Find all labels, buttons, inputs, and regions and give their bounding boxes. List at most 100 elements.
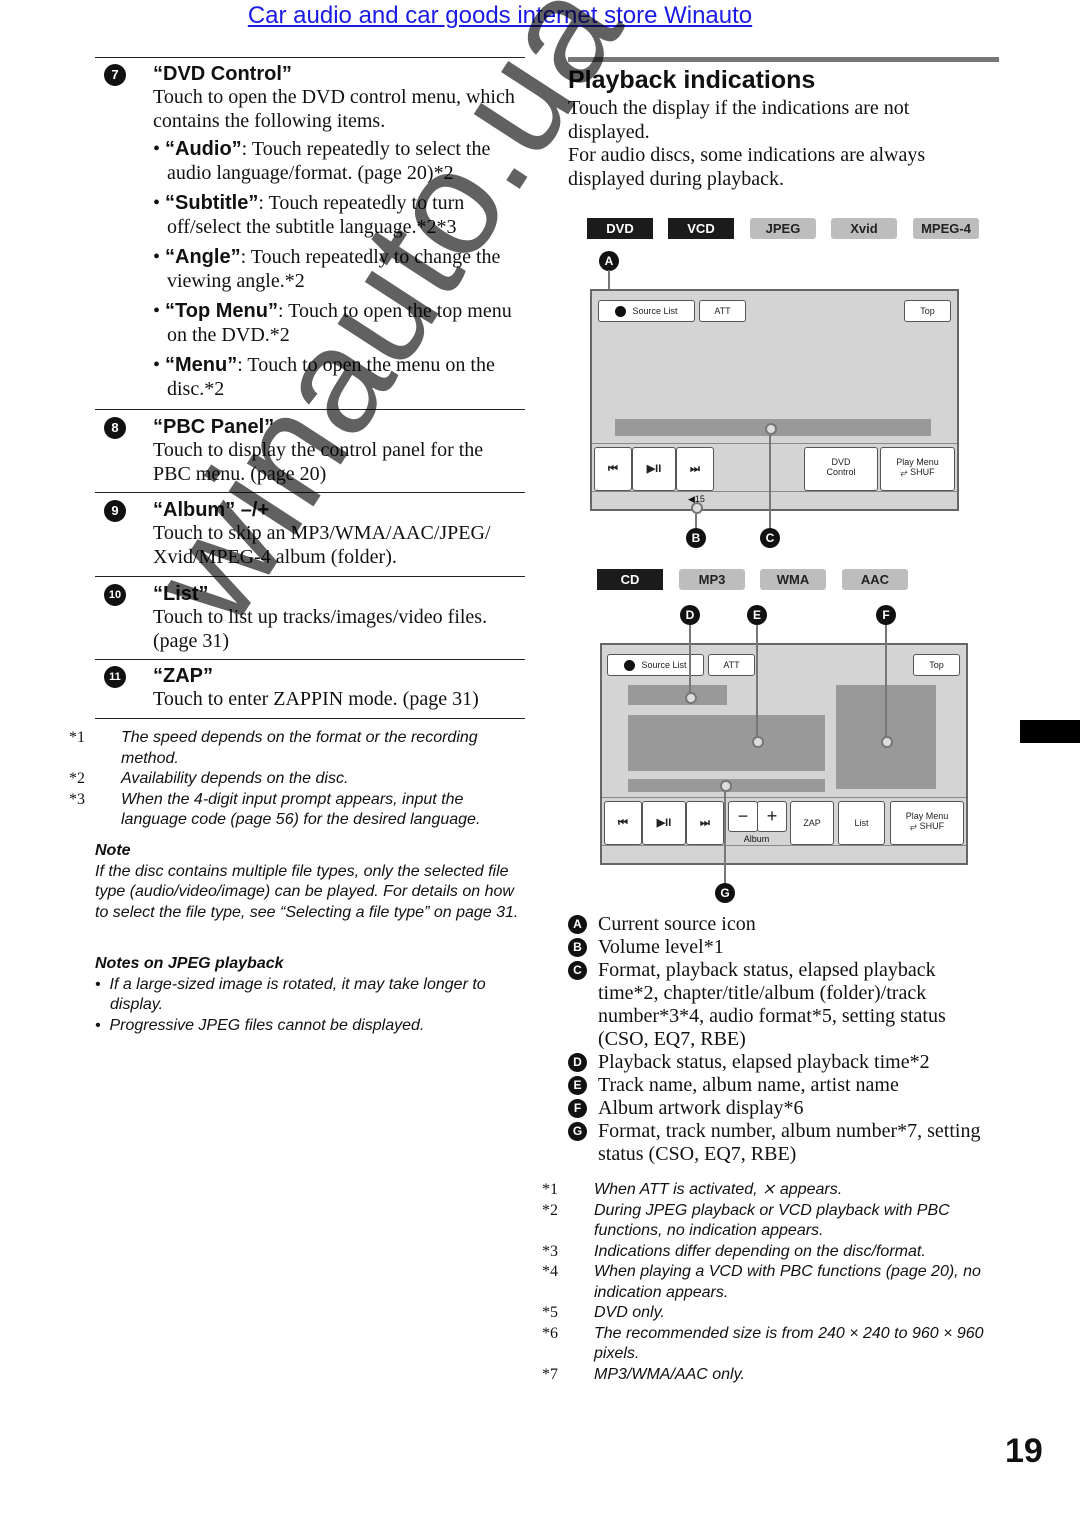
callout-d: D (680, 605, 700, 625)
item-desc: Touch to enter ZAPPIN mode. (page 31) (153, 688, 479, 710)
att-button[interactable]: ATT (708, 654, 755, 676)
item-desc: Touch to list up tracks/images/video fil… (153, 606, 488, 652)
item-number-8: 8 (104, 417, 126, 439)
play-menu-button[interactable]: Play Menu ⥂ SHUF (890, 801, 964, 845)
left-footnotes: *1 The speed depends on the format or the… (69, 728, 527, 831)
divider (95, 492, 525, 493)
source-list-button[interactable]: Source List (598, 300, 695, 322)
legend-item: E Track name, album name, artist name (568, 1074, 988, 1097)
att-button[interactable]: ATT (699, 300, 746, 322)
callout-dot (685, 692, 697, 704)
footnote: *2 Availability depends on the disc. (69, 770, 349, 787)
item-zap: “ZAP” Touch to enter ZAPPIN mode. (page … (153, 665, 523, 712)
legend-item: A Current source icon (568, 913, 988, 936)
legend-item: D Playback status, elapsed playback time*… (568, 1051, 988, 1074)
album-minus-button[interactable]: − (728, 801, 758, 832)
item-list: “List” Touch to list up tracks/images/vi… (153, 583, 523, 653)
store-link[interactable]: Car audio and car goods internet store W… (0, 2, 1000, 30)
intro-text: Touch the display if the indications are… (568, 97, 988, 191)
playback-status-d (628, 685, 727, 705)
badge-jpeg: JPEG (750, 218, 816, 239)
footnote: *2 During JPEG playback or VCD playback w… (542, 1201, 950, 1240)
note-section: Note If the disc contains multiple file … (95, 841, 525, 923)
bullet-top-menu: • “Top Menu”: Touch to open the top menu… (153, 300, 512, 346)
audio-screen: Source List ATT Top ⏮ ▶II ⏭ − + Album ZA… (600, 643, 968, 865)
divider (592, 491, 957, 492)
callout-line (756, 625, 758, 737)
bullet-menu: • “Menu”: Touch to open the menu on the … (153, 354, 495, 400)
divider (95, 576, 525, 577)
item-pbc-panel: “PBC Panel” Touch to display the control… (153, 416, 523, 486)
divider (95, 718, 525, 719)
right-footnotes: *1 When ATT is activated, ⨯ appears. *2 Du… (542, 1180, 1000, 1385)
video-screen: Source List ATT Top ⏮ ▶II ⏭ DVD Control P… (590, 289, 959, 511)
divider (95, 409, 525, 410)
item-number-11: 11 (104, 666, 126, 688)
top-button[interactable]: Top (913, 654, 960, 676)
bullet-audio: • “Audio”: Touch repeatedly to select th… (153, 138, 491, 184)
legend-item: B Volume level*1 (568, 936, 988, 959)
callout-c: C (760, 528, 780, 548)
play-pause-button[interactable]: ▶II (632, 447, 676, 491)
badge-cd: CD (597, 569, 663, 590)
disc-source-icon (615, 306, 627, 318)
item-number-9: 9 (104, 500, 126, 522)
callout-dot (765, 423, 777, 435)
intro-line: For audio discs, some indications are al… (568, 144, 926, 190)
item-number-10: 10 (104, 584, 126, 606)
note-title: Note (95, 842, 131, 859)
item-desc: Touch to skip an MP3/WMA/AAC/JPEG/ Xvid/… (153, 522, 491, 568)
callout-line (695, 514, 697, 529)
item-title: “Album” –/+ (153, 499, 270, 521)
disc-source-icon (624, 660, 636, 672)
legend-item: F Album artwork display*6 (568, 1097, 988, 1120)
divider (602, 845, 966, 846)
callout-line (724, 792, 726, 884)
callout-b: B (686, 528, 706, 548)
callout-a: A (599, 251, 619, 271)
play-pause-button[interactable]: ▶II (642, 801, 686, 845)
album-label: Album (743, 834, 770, 844)
footnote: *4 When playing a VCD with PBC functions … (542, 1263, 981, 1301)
callout-f: F (876, 605, 896, 625)
item-title: “List” (153, 583, 209, 605)
page-number: 19 (1005, 1432, 1043, 1470)
callout-e: E (747, 605, 767, 625)
badge-mp3: MP3 (679, 569, 745, 590)
callout-line (769, 435, 771, 529)
album-plus-button[interactable]: + (757, 801, 787, 832)
callout-dot (752, 736, 764, 748)
next-button[interactable]: ⏭ (676, 447, 714, 491)
item-desc: Touch to display the control panel for t… (153, 439, 484, 485)
next-button[interactable]: ⏭ (686, 801, 724, 845)
zap-button[interactable]: ZAP (790, 801, 834, 845)
item-desc: Touch to open the DVD control menu, whic… (153, 86, 515, 132)
jpeg-notes-title: Notes on JPEG playback (95, 955, 284, 972)
play-menu-button[interactable]: Play Menu ⥂ SHUF (880, 447, 955, 491)
item-title: “DVD Control” (153, 63, 292, 85)
badge-wma: WMA (760, 569, 826, 590)
section-title: Playback indications (568, 66, 816, 94)
list-button[interactable]: List (838, 801, 885, 845)
footnote: *1 The speed depends on the format or the… (69, 729, 478, 767)
legend-item: G Format, track number, album number*7, s… (568, 1120, 988, 1166)
intro-line: Touch the display if the indications are… (568, 97, 910, 143)
indication-legend: A Current source icon B Volume level*1 C Fo… (568, 913, 988, 1166)
badge-aac: AAC (842, 569, 908, 590)
callout-dot (691, 502, 703, 514)
callout-dot (720, 780, 732, 792)
item-title: “ZAP” (153, 665, 213, 687)
section-rule (568, 57, 999, 62)
badge-vcd: VCD (668, 218, 734, 239)
prev-button[interactable]: ⏮ (604, 801, 642, 845)
footnote: *7 MP3/WMA/AAC only. (542, 1365, 745, 1383)
item-title: “PBC Panel” (153, 416, 275, 438)
callout-dot (881, 736, 893, 748)
callout-line (689, 625, 691, 693)
top-button[interactable]: Top (904, 300, 951, 322)
dvd-control-button[interactable]: DVD Control (804, 447, 878, 491)
footnote: *3 When the 4-digit input prompt appears,… (69, 790, 481, 829)
prev-button[interactable]: ⏮ (594, 447, 632, 491)
note-text: If the disc contains multiple file types… (95, 862, 519, 921)
callout-g: G (715, 883, 735, 903)
